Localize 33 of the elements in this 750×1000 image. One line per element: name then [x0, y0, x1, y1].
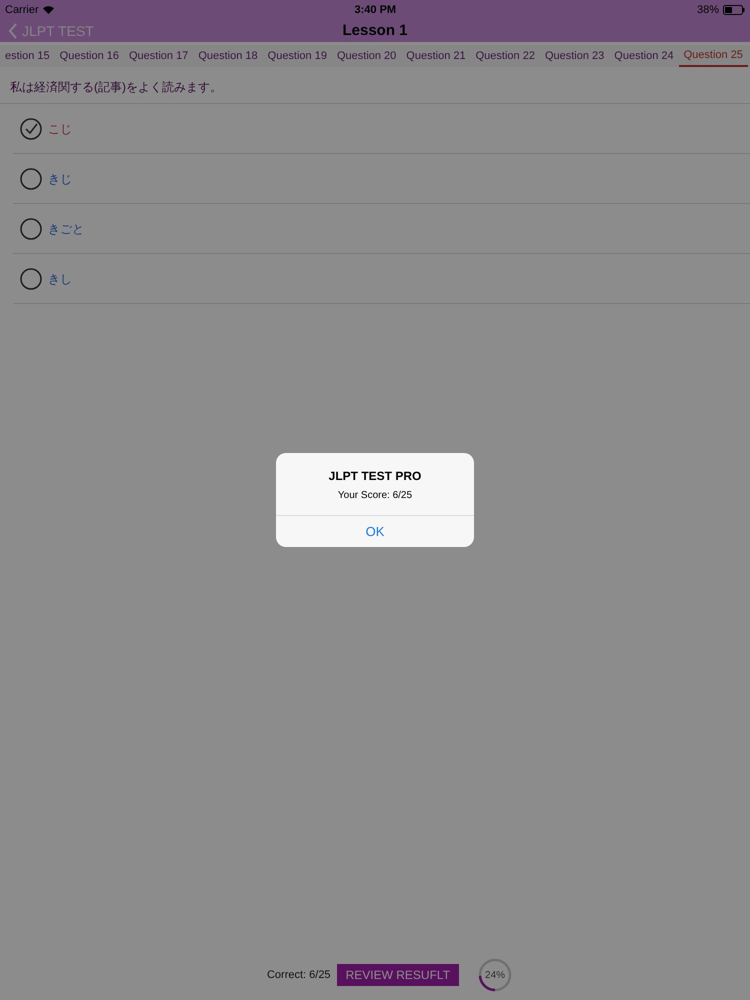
question-tab[interactable]: Question 19: [262, 45, 332, 67]
question-tab[interactable]: Question 17: [124, 45, 194, 67]
answer-option[interactable]: きごと: [13, 204, 750, 254]
question-tab[interactable]: Question 21: [401, 45, 471, 67]
correct-count: Correct: 6/25: [266, 968, 331, 983]
question-tab[interactable]: Question 23: [540, 45, 610, 67]
carrier-label: Carrier: [5, 2, 39, 18]
battery-icon: [722, 5, 745, 15]
question-tab[interactable]: Question 22: [470, 45, 540, 67]
question-tab[interactable]: Question 16: [54, 45, 124, 67]
battery-percent: 38%: [696, 2, 719, 18]
clock: 3:40 PM: [354, 2, 396, 18]
screen-title: Lesson 1: [342, 20, 408, 41]
empty-circle-icon: [20, 218, 42, 240]
review-button[interactable]: REVIEW RESUFLT: [336, 964, 460, 986]
question-tab[interactable]: Question 25: [678, 45, 748, 67]
checked-circle-icon: [20, 118, 42, 140]
dialog-message: Your Score: 6/25: [338, 489, 412, 503]
empty-circle-icon: [20, 268, 42, 290]
answer-option[interactable]: こじ: [13, 104, 750, 154]
answer-option[interactable]: きし: [13, 254, 750, 304]
question-text: 私は経済関する(記事)をよく読みます。: [10, 80, 222, 94]
question-tab[interactable]: estion 15: [0, 45, 55, 67]
question-tab[interactable]: Question 20: [332, 45, 402, 67]
empty-circle-icon: [20, 168, 42, 190]
answer-option[interactable]: きじ: [13, 154, 750, 204]
ok-button[interactable]: OK: [276, 515, 474, 547]
progress-percent: 24%: [485, 968, 506, 982]
chevron-left-icon: [8, 23, 18, 39]
dialog-title: JLPT TEST PRO: [328, 468, 422, 485]
wifi-icon: [42, 6, 54, 14]
question-tab[interactable]: Question 24: [609, 45, 679, 67]
question-tab[interactable]: Question 18: [193, 45, 263, 67]
